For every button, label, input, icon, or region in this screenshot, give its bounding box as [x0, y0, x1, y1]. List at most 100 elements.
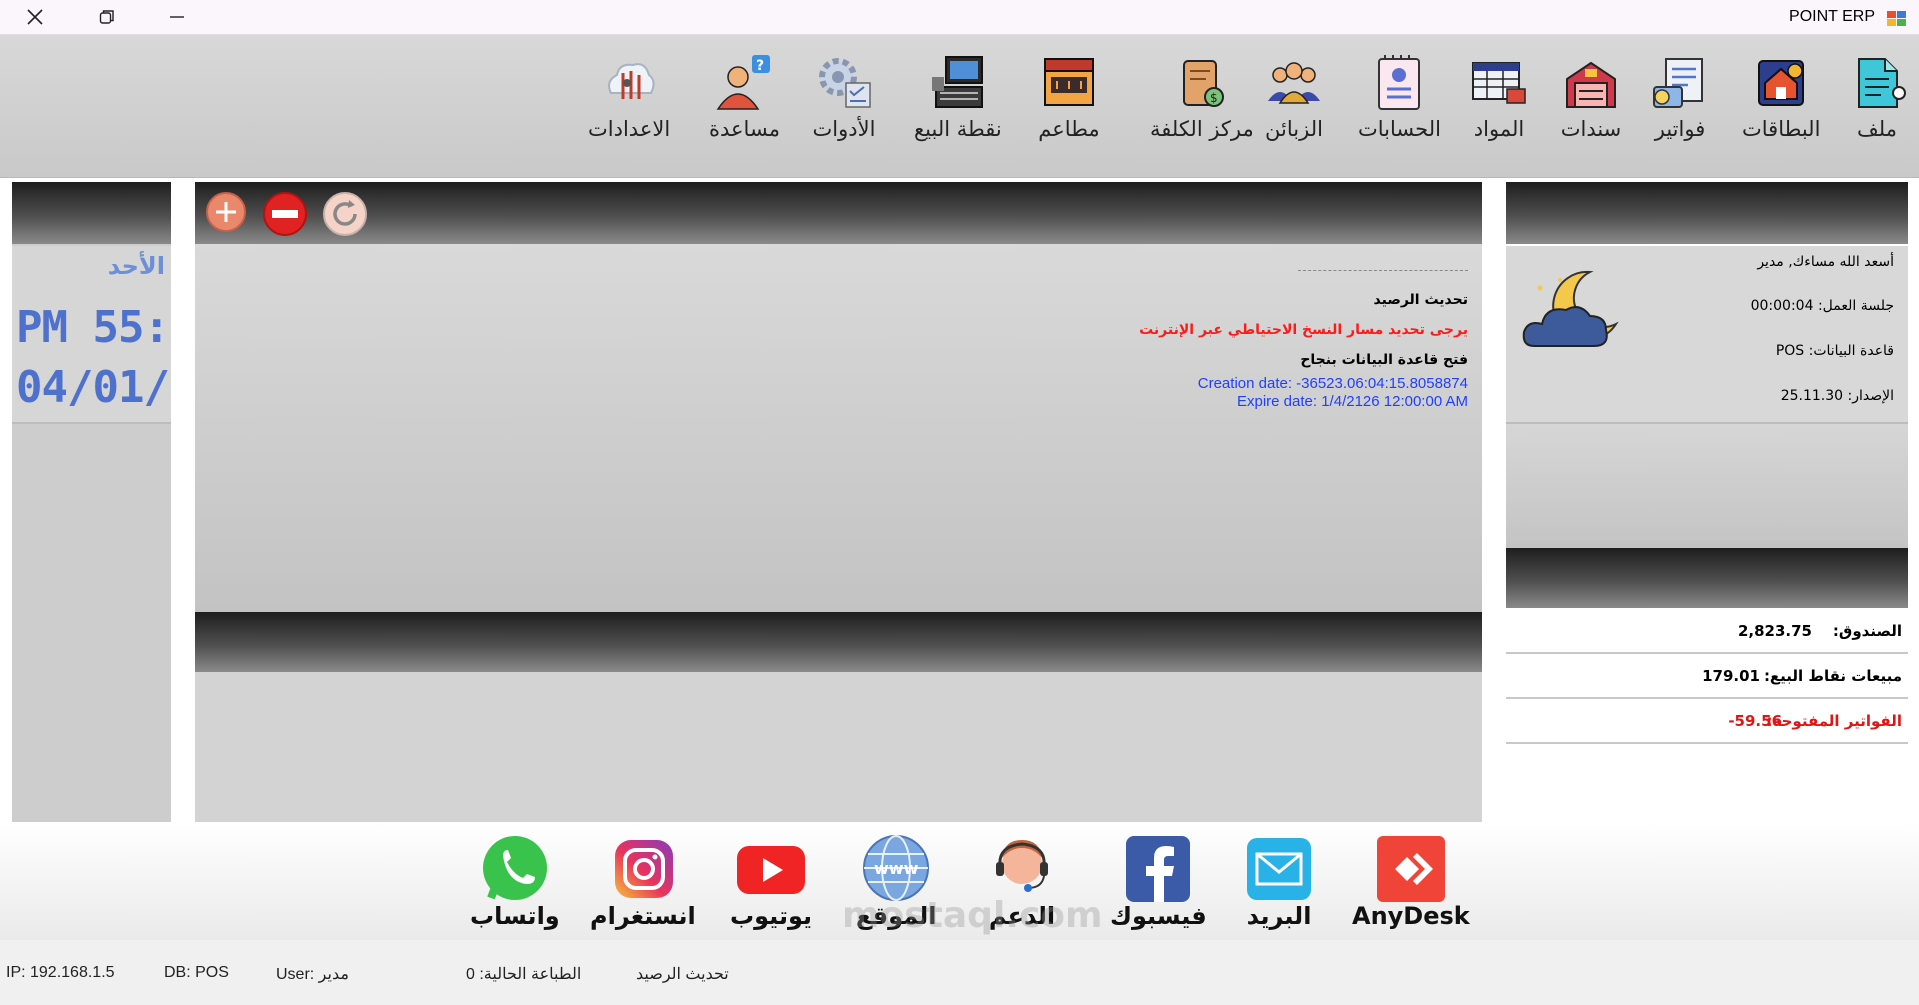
toolbar-settings[interactable]: الاعدادات: [588, 53, 670, 141]
toolbar-label: الاعدادات: [588, 117, 671, 141]
invoices-icon: [1653, 58, 1703, 108]
user-panel-header: [1506, 182, 1908, 244]
toolbar-accounts[interactable]: الحسابات: [1358, 53, 1441, 141]
facebook-link[interactable]: فيسبوك: [1110, 832, 1207, 930]
toolbar-label: البطاقات: [1742, 117, 1821, 141]
license-creation-date: Creation date: -36523.06:04:15.8058874: [1197, 375, 1468, 392]
status-user: User: مدير: [276, 966, 349, 983]
whatsapp-link[interactable]: واتساب: [470, 832, 560, 930]
app-title: POINT ERP: [1789, 8, 1875, 25]
toolbar-label: الزبائن: [1265, 117, 1323, 141]
toolbar-cards[interactable]: البطاقات: [1742, 53, 1820, 141]
clock-panel-header: [12, 182, 171, 244]
add-button[interactable]: [205, 191, 247, 233]
version-label: الإصدار:: [1847, 388, 1894, 404]
center-lower-area: [195, 672, 1482, 822]
vouchers-icon: [1566, 61, 1616, 108]
social-label: فيسبوك: [1110, 902, 1207, 930]
remove-button[interactable]: [262, 191, 307, 236]
status-refresh-balance[interactable]: تحديث الرصيد: [636, 964, 729, 984]
main-toolbar: ملف البطاقات فواتير سندات المواد الحسابا…: [0, 35, 1919, 178]
social-label: يوتيوب: [730, 902, 813, 930]
message-log: تحديث الرصيد يرجى تحديد مسار النسخ الاحت…: [1139, 270, 1468, 411]
day-label: الأحد: [107, 252, 165, 280]
cashbox-value: 2,823.75: [1737, 622, 1812, 640]
file-icon: [1858, 58, 1906, 108]
cost-center-icon: $: [1182, 60, 1224, 107]
mail-icon: [1247, 838, 1311, 900]
open-invoices-row: الفواتير المفتوحة: -59.56: [1506, 698, 1908, 744]
status-printer: الطباعة الحالية: 0: [466, 966, 582, 983]
cards-icon: [1758, 60, 1805, 106]
svg-text:?: ?: [756, 58, 764, 74]
log-separator: [1298, 270, 1468, 285]
version-row: الإصدار: 25.11.30: [1781, 388, 1894, 404]
watermark: mostaql.com: [842, 895, 1103, 936]
whatsapp-icon: [482, 836, 547, 900]
version-value: 25.11.30: [1780, 388, 1844, 404]
license-expire-date: Expire date: 1/4/2126 12:00:00 AM: [1237, 393, 1468, 410]
anydesk-icon: [1376, 836, 1445, 902]
minimize-button[interactable]: [142, 0, 212, 34]
toolbar-items[interactable]: المواد: [1467, 53, 1531, 141]
toolbar-pos[interactable]: نقطة البيع: [914, 53, 1002, 141]
refresh-icon: [323, 192, 367, 236]
restore-button[interactable]: [72, 0, 142, 34]
pos-sales-label: مبيعات نقاط البيع:: [1763, 667, 1902, 685]
close-button[interactable]: [0, 0, 70, 34]
toolbar-label: سندات: [1560, 117, 1622, 141]
toolbar-vouchers[interactable]: سندات: [1559, 53, 1623, 141]
message-panel-footer: [195, 612, 1482, 672]
refresh-button[interactable]: [322, 191, 367, 236]
greeting-text: أسعد الله مساءك, مدير: [1757, 254, 1894, 270]
toolbar-tools[interactable]: الأدوات: [812, 53, 876, 141]
restaurant-icon: [1044, 58, 1094, 106]
user-info-panel: أسعد الله مساءك, مدير جلسة العمل: 00:00:…: [1506, 246, 1908, 424]
title-bar: POINT ERP: [0, 0, 1919, 35]
toolbar-label: مركز الكلفة: [1150, 117, 1254, 141]
social-label: البريد: [1246, 902, 1312, 930]
toolbar-label: مطاعم: [1038, 117, 1100, 141]
anydesk-link[interactable]: AnyDesk: [1352, 832, 1470, 930]
accounts-icon: [1378, 55, 1421, 110]
toolbar-file[interactable]: ملف: [1845, 53, 1909, 141]
toolbar-label: ملف: [1857, 117, 1897, 141]
toolbar-cost-center[interactable]: $ مركز الكلفة: [1150, 53, 1254, 141]
svg-text:$: $: [1210, 91, 1218, 105]
toolbar-label: الحسابات: [1358, 117, 1441, 141]
settings-icon: [608, 63, 655, 99]
open-invoices-label: الفواتير المفتوحة:: [1766, 712, 1902, 730]
pos-sales-value: 179.01: [1702, 667, 1760, 685]
mail-link[interactable]: البريد: [1241, 832, 1317, 930]
toolbar-invoices[interactable]: فواتير: [1648, 53, 1712, 141]
session-value: 00:00:04: [1750, 298, 1814, 314]
toolbar-customers[interactable]: الزبائن: [1262, 53, 1326, 141]
toolbar-help[interactable]: ? مساعدة: [709, 53, 780, 141]
status-db: DB: POS: [164, 964, 229, 981]
youtube-link[interactable]: يوتيوب: [730, 832, 812, 930]
summary-header: [1506, 548, 1908, 608]
log-line: فتح قاعدة البيانات بنجاح: [1300, 352, 1468, 368]
log-warning: يرجى تحديد مسار النسخ الاحتياطي عبر الإن…: [1139, 322, 1468, 338]
user-panel-spacer: [1506, 424, 1908, 548]
open-invoices-value: -59.56: [1728, 712, 1782, 730]
moon-cloud-icon: [1522, 270, 1619, 347]
cashbox-label: الصندوق:: [1832, 622, 1902, 640]
restore-icon: [99, 10, 114, 24]
app-logo-icon: [1887, 11, 1906, 26]
toolbar-label: فواتير: [1654, 117, 1706, 141]
social-label: انستغرام: [590, 902, 696, 930]
toolbar-restaurant[interactable]: مطاعم: [1037, 53, 1101, 141]
social-label: AnyDesk: [1352, 902, 1470, 930]
help-icon: ?: [717, 55, 771, 110]
social-label: واتساب: [470, 902, 560, 930]
tools-icon: [819, 58, 871, 108]
svg-text:www: www: [874, 859, 919, 878]
pos-sales-row: مبيعات نقاط البيع: 179.01: [1506, 653, 1908, 699]
database-row: قاعدة البيانات: POS: [1776, 343, 1894, 359]
youtube-icon: [737, 846, 806, 894]
database-label: قاعدة البيانات:: [1808, 343, 1894, 359]
instagram-link[interactable]: انستغرام: [590, 832, 696, 930]
remove-icon: [263, 192, 307, 236]
cashbox-row: الصندوق: 2,823.75: [1506, 608, 1908, 654]
